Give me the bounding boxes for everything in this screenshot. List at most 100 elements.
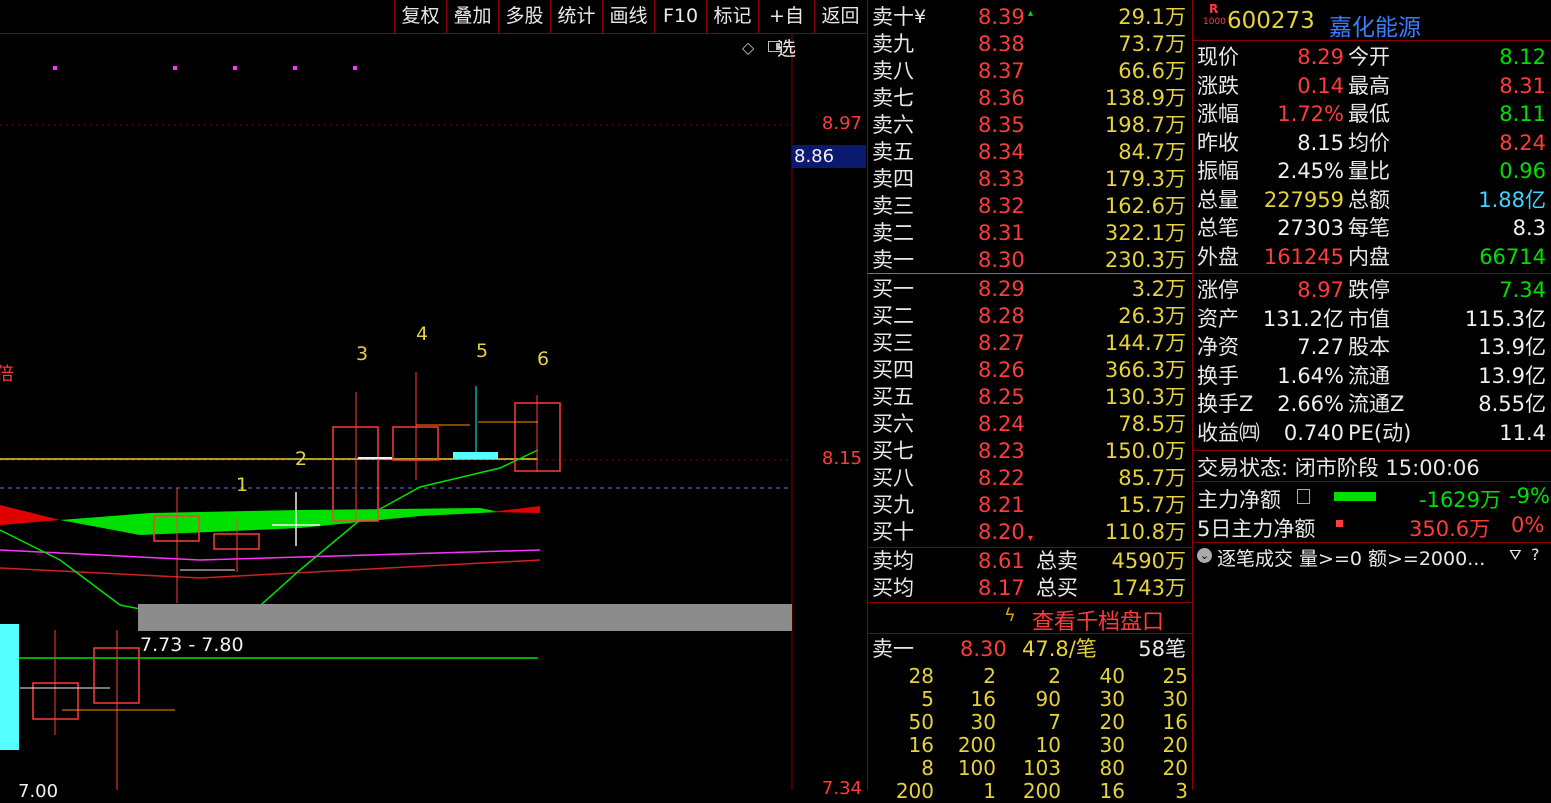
- quote-label: 收益㈣: [1197, 420, 1260, 445]
- avg-ask-row: 卖均 8.61 总卖 4590万: [868, 548, 1192, 575]
- quote-value: 1.72%: [1277, 102, 1344, 126]
- candle-number: 1: [236, 474, 249, 496]
- ask-volume: 29.1万: [1118, 5, 1186, 29]
- ask-volume: 162.6万: [1104, 194, 1186, 218]
- ask-row[interactable]: 卖四 8.33 179.3万: [868, 166, 1192, 193]
- five-day-net-value: 350.6万: [1409, 517, 1491, 541]
- toolbar-button-f10[interactable]: F10: [654, 0, 706, 33]
- axis-price-mid: 8.15: [821, 448, 862, 469]
- ask-label: 卖八: [872, 59, 914, 83]
- quote-label: 总笔: [1197, 216, 1239, 240]
- toolbar-button-statistics[interactable]: 统计: [550, 0, 602, 33]
- queue-order-size: 40: [1099, 664, 1125, 688]
- queue-order-size: 3: [1175, 779, 1188, 803]
- quote-value: 115.3亿: [1464, 306, 1546, 331]
- quote-value: 8.12: [1499, 45, 1546, 69]
- stock-name[interactable]: 嘉化能源: [1329, 8, 1421, 42]
- quote-label: 最低: [1348, 102, 1390, 126]
- quote-value: 13.9亿: [1478, 363, 1546, 388]
- quote-row: 振幅 2.45% 量比 0.96: [1193, 157, 1551, 185]
- queue-order-size: 2: [1048, 664, 1061, 688]
- quote-label: 最高: [1348, 73, 1390, 98]
- candle-number: 3: [356, 343, 369, 365]
- chevron-down-icon[interactable]: ⌄: [1197, 548, 1212, 563]
- quote-value: 131.2亿: [1262, 306, 1344, 331]
- bid-price: 8.21: [978, 493, 1025, 517]
- stock-code[interactable]: 600273: [1227, 8, 1315, 34]
- quote-value: 161245: [1263, 244, 1344, 269]
- diamond-icon[interactable]: ◇: [742, 38, 754, 57]
- quote-row: 换手Z 2.66% 流通Z 8.55亿: [1193, 390, 1551, 418]
- kline-chart[interactable]: 1 2 3 4 5 6 7.73 - 7.80 倍 7.00 8.97 8.15…: [0, 0, 866, 802]
- ask-row[interactable]: 卖六 8.35 198.7万: [868, 112, 1192, 139]
- bid-volume: 15.7万: [1118, 493, 1186, 517]
- bid-row[interactable]: 买四 8.26 366.3万: [868, 357, 1192, 384]
- ask-row[interactable]: 卖五 8.34 84.7万: [868, 139, 1192, 166]
- ask-price: 8.37: [978, 59, 1025, 83]
- toolbar-button-overlay[interactable]: 叠加: [446, 0, 498, 33]
- avg-price: 8.17: [978, 576, 1025, 600]
- quote-label: 每笔: [1348, 216, 1390, 240]
- quote-value: 0.14: [1297, 73, 1344, 98]
- band-red-left: [0, 505, 60, 525]
- bid-row[interactable]: 买九 8.21 15.7万: [868, 492, 1192, 519]
- toolbar-button-mark[interactable]: 标记: [706, 0, 758, 33]
- bid-volume: 144.7万: [1104, 331, 1186, 355]
- divider: [1193, 40, 1551, 41]
- avg-label: 卖均: [872, 549, 914, 573]
- toolbar-button-back[interactable]: 返回: [814, 0, 866, 33]
- ask-label: 卖七: [872, 86, 914, 110]
- quote-label: 外盘: [1197, 244, 1239, 269]
- quote-label: 昨收: [1197, 130, 1239, 155]
- bid-label: 买一: [872, 277, 914, 301]
- quote-label: 今开: [1348, 45, 1390, 69]
- band-green: [60, 508, 500, 535]
- quote-row: 外盘 161245 内盘 66714: [1193, 243, 1551, 271]
- ask-volume: 179.3万: [1104, 167, 1186, 191]
- ask-price: 8.38: [978, 32, 1025, 56]
- bid-label: 买八: [872, 466, 914, 490]
- queue-order-size: 30: [1099, 687, 1125, 711]
- bid-row[interactable]: 买一 8.29 3.2万: [868, 276, 1192, 303]
- quote-row: 涨跌 0.14 最高 8.31: [1193, 72, 1551, 100]
- ask-row[interactable]: 卖一 8.30 230.3万: [868, 247, 1192, 274]
- bid-row[interactable]: 买六 8.24 78.5万: [868, 411, 1192, 438]
- queue-order-size: 90: [1035, 687, 1061, 711]
- range-label: 7.73 - 7.80: [140, 634, 244, 656]
- quote-value: 0.740: [1283, 420, 1344, 445]
- ask-price: 8.35: [978, 113, 1025, 137]
- toolbar-button-draw-line[interactable]: 画线: [602, 0, 654, 33]
- ask-row[interactable]: 卖三 8.32 162.6万: [868, 193, 1192, 220]
- quote-label: 市值: [1348, 306, 1390, 331]
- bid-row[interactable]: 买十 8.20 ▾ 110.8万: [868, 519, 1192, 546]
- tick-filter-header[interactable]: 逐笔成交 量>=0 额>=2000...: [1217, 544, 1485, 571]
- bid-volume: 150.0万: [1104, 439, 1186, 463]
- ma-magenta-line: [0, 549, 541, 561]
- bid-row[interactable]: 买七 8.23 150.0万: [868, 438, 1192, 465]
- bid-row[interactable]: 买五 8.25 130.3万: [868, 384, 1192, 411]
- candle-number: 2: [295, 448, 308, 470]
- up-arrow-icon: ▴: [1028, 8, 1034, 19]
- divider: [868, 633, 1192, 634]
- ask-row[interactable]: 卖二 8.31 322.1万: [868, 220, 1192, 247]
- thousand-depth-link[interactable]: 查看千档盘口: [1032, 604, 1164, 636]
- quote-value: 2.66%: [1277, 392, 1344, 416]
- filter-icon[interactable]: ⛛: [1509, 546, 1522, 564]
- toolbar-button-fuquan[interactable]: 复权: [394, 0, 446, 33]
- quote-row: 换手 1.64% 流通 13.9亿: [1193, 362, 1551, 390]
- ask-row[interactable]: 卖七 8.36 138.9万: [868, 85, 1192, 112]
- ask-row[interactable]: 卖九 8.38 73.7万: [868, 31, 1192, 58]
- bid-row[interactable]: 买二 8.28 26.3万: [868, 303, 1192, 330]
- help-icon[interactable]: ?: [1531, 545, 1540, 564]
- bid-row[interactable]: 买三 8.27 144.7万: [868, 330, 1192, 357]
- bid-row[interactable]: 买八 8.22 85.7万: [868, 465, 1192, 492]
- toolbar-button-multi-stock[interactable]: 多股: [498, 0, 550, 33]
- ask-label: 卖三: [872, 194, 914, 218]
- quote-label: 涨跌: [1197, 73, 1239, 98]
- table-icon[interactable]: [1297, 489, 1310, 504]
- ask-row[interactable]: 卖八 8.37 66.6万: [868, 58, 1192, 85]
- divider: [1193, 273, 1551, 274]
- ask-row[interactable]: 卖十 ¥8.39 ▴ 29.1万: [868, 4, 1192, 31]
- toolbar-button-add-watchlist[interactable]: +自选: [758, 0, 814, 60]
- queue-order-size: 200: [1022, 779, 1061, 803]
